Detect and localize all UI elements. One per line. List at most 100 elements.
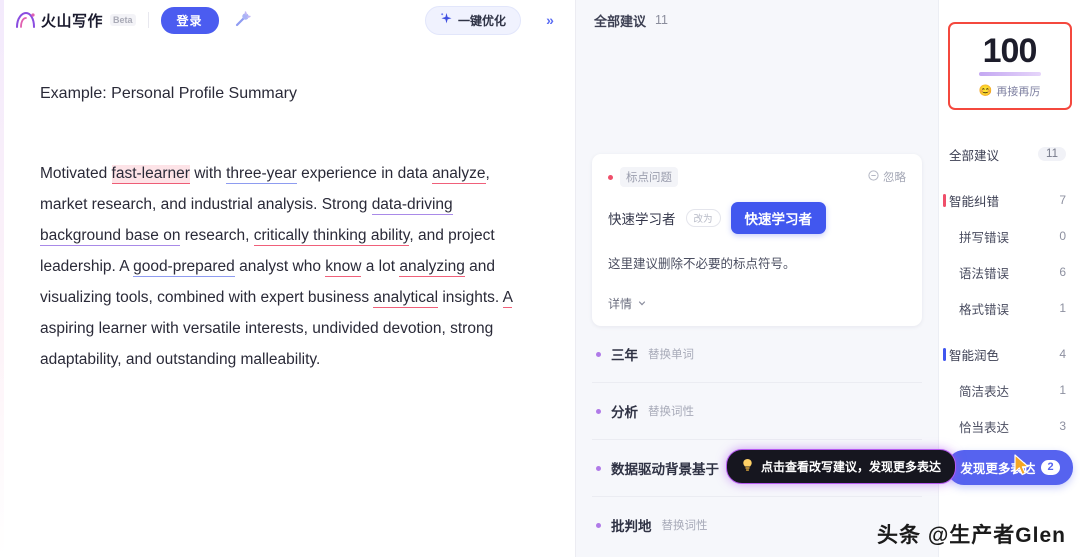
severity-dot-icon bbox=[596, 351, 601, 357]
sidebar-item-4[interactable]: 格式错误 1 bbox=[939, 290, 1080, 326]
card-tag-group: 标点问题 bbox=[608, 167, 678, 187]
suggestion-list-item[interactable]: 三年 替换单词 bbox=[592, 326, 922, 384]
suggestion-word: 分析 bbox=[611, 405, 638, 421]
more-button-label: 发现更多表达 bbox=[960, 462, 1036, 476]
sidebar-item-count: 1 bbox=[1059, 383, 1066, 397]
sidebar-item-count: 7 bbox=[1059, 193, 1066, 207]
inline-suggestion-3[interactable]: three-year bbox=[226, 165, 297, 184]
optimize-label: 一键优化 bbox=[457, 13, 506, 28]
text-run: insights. bbox=[438, 289, 503, 306]
sidebar-item-0[interactable]: 全部建议 11 bbox=[939, 136, 1080, 172]
minus-circle-icon bbox=[868, 170, 879, 184]
card-explanation: 这里建议删除不必要的标点符号。 bbox=[608, 257, 796, 271]
sparkle-icon bbox=[440, 12, 453, 28]
category-list: 全部建议 11 智能纠错 7 拼写错误 0 语法错误 6 格式错误 1 智能润色 4 简洁表达 1 恰当表达… bbox=[939, 136, 1080, 444]
chevron-down-icon bbox=[637, 297, 647, 311]
document-paragraph[interactable]: Motivated fast-learner with three-year e… bbox=[40, 158, 531, 375]
beta-badge: Beta bbox=[110, 14, 136, 26]
score-sidebar: 100 😊 再接再厉 全部建议 11 智能纠错 7 拼写错误 0 语法错误 6 格式错误 1 智能润… bbox=[938, 0, 1080, 557]
ignore-label: 忽略 bbox=[883, 172, 906, 184]
severity-dot-icon bbox=[596, 465, 601, 471]
original-word: 快速学习者 bbox=[608, 212, 676, 227]
category-accent-bar bbox=[943, 193, 946, 207]
suggestion-card[interactable]: 标点问题 忽略 快速学习者 改为 快速学习者 这里建议删除不必要的标点符号。 详… bbox=[592, 154, 922, 327]
text-run: Motivated bbox=[40, 165, 112, 182]
sidebar-item-count: 11 bbox=[1038, 147, 1066, 161]
inline-suggestion-17[interactable]: analytical bbox=[373, 289, 439, 308]
sidebar-item-count: 0 bbox=[1059, 229, 1066, 243]
top-toolbar: 火山写作 Beta 登录 一键优化 » bbox=[0, 0, 575, 40]
sidebar-item-label: 格式错误 bbox=[959, 302, 1010, 317]
sidebar-item-label: 智能纠错 bbox=[949, 194, 1000, 209]
document-area[interactable]: Example: Personal Profile Summary Motiva… bbox=[0, 40, 575, 557]
card-header: 标点问题 忽略 bbox=[608, 167, 906, 187]
volcano-logo-icon bbox=[14, 10, 36, 30]
inline-suggestion-11[interactable]: good-prepared bbox=[133, 258, 235, 277]
text-run: a lot bbox=[361, 258, 400, 275]
suggestion-word: 数据驱动背景基于 bbox=[611, 462, 719, 478]
inline-suggestion-19[interactable]: A bbox=[502, 289, 513, 308]
sidebar-item-label: 简洁表达 bbox=[959, 384, 1010, 399]
sidebar-item-count: 6 bbox=[1059, 265, 1066, 279]
sidebar-item-label: 智能润色 bbox=[949, 348, 1000, 363]
brand-name: 火山写作 bbox=[41, 12, 104, 30]
category-accent-bar bbox=[943, 347, 946, 361]
suggestion-list-item[interactable]: 分析 替换词性 bbox=[592, 383, 922, 441]
sidebar-item-label: 全部建议 bbox=[949, 148, 1000, 163]
one-click-optimize-button[interactable]: 一键优化 bbox=[424, 5, 521, 35]
ignore-button[interactable]: 忽略 bbox=[868, 169, 906, 185]
suggestions-header: 全部建议 11 bbox=[576, 0, 938, 40]
card-details-toggle[interactable]: 详情 bbox=[608, 295, 906, 312]
editor-pane: 火山写作 Beta 登录 一键优化 » Example: Personal Pr… bbox=[0, 0, 576, 557]
sidebar-item-label: 恰当表达 bbox=[959, 420, 1010, 435]
score-card: 100 😊 再接再厉 bbox=[947, 22, 1072, 110]
suggestion-mini-list: 三年替换单词分析替换词性数据驱动背景基于替换词组批判地替换词性 bbox=[592, 326, 922, 553]
sidebar-item-label: 拼写错误 bbox=[959, 230, 1010, 245]
toolbar-divider bbox=[147, 12, 149, 28]
sidebar-item-3[interactable]: 语法错误 6 bbox=[939, 254, 1080, 290]
score-caption-text: 再接再厉 bbox=[996, 85, 1041, 98]
magic-wand-icon[interactable] bbox=[229, 7, 255, 33]
suggestion-list-item[interactable]: 批判地 替换词性 bbox=[592, 497, 922, 553]
sidebar-item-count: 3 bbox=[1059, 419, 1066, 433]
text-run: analyst who bbox=[234, 258, 326, 275]
sidebar-item-1[interactable]: 智能纠错 7 bbox=[939, 182, 1080, 218]
smile-emoji-icon: 😊 bbox=[978, 85, 993, 97]
document-title: Example: Personal Profile Summary bbox=[40, 85, 297, 102]
rewrite-hint-tooltip: 点击查看改写建议，发现更多表达 bbox=[726, 449, 957, 484]
suggestions-header-count: 11 bbox=[655, 13, 668, 27]
sidebar-item-6[interactable]: 简洁表达 1 bbox=[939, 372, 1080, 408]
inline-suggestion-15[interactable]: analyzing bbox=[399, 258, 465, 277]
text-run: aspiring learner with versatile interest… bbox=[40, 320, 494, 368]
card-tag-label: 标点问题 bbox=[620, 167, 678, 187]
sidebar-item-5[interactable]: 智能润色 4 bbox=[939, 336, 1080, 372]
suggestion-word: 批判地 bbox=[611, 519, 652, 535]
suggestion-kind: 替换单词 bbox=[648, 349, 694, 362]
sidebar-item-count: 4 bbox=[1059, 347, 1066, 361]
score-caption: 😊 再接再厉 bbox=[979, 83, 1041, 99]
collapse-panel-button[interactable]: » bbox=[537, 7, 563, 33]
writing-assistant-app: 火山写作 Beta 登录 一键优化 » Example: Personal Pr… bbox=[0, 0, 1080, 557]
inline-suggestion-5[interactable]: analyze bbox=[432, 165, 486, 184]
login-button[interactable]: 登录 bbox=[160, 6, 219, 34]
suggestion-word: 三年 bbox=[611, 348, 638, 364]
sidebar-item-7[interactable]: 恰当表达 3 bbox=[939, 408, 1080, 444]
text-run: with bbox=[189, 165, 227, 182]
inline-suggestion-13[interactable]: know bbox=[325, 258, 362, 277]
apply-replacement-button[interactable]: 快速学习者 bbox=[730, 202, 827, 234]
discover-more-expressions-button[interactable]: 发现更多表达 2 bbox=[947, 450, 1073, 485]
sidebar-item-2[interactable]: 拼写错误 0 bbox=[939, 218, 1080, 254]
details-label: 详情 bbox=[608, 297, 633, 312]
suggestions-pane: 全部建议 11 标点问题 忽略 快速学习者 改为 快速学习者 这里建议删除不必要… bbox=[576, 0, 957, 557]
inline-suggestion-1[interactable]: fast-learner bbox=[111, 165, 190, 184]
score-underline-decoration bbox=[978, 71, 1041, 76]
replacement-row: 快速学习者 改为 快速学习者 bbox=[608, 202, 906, 234]
severity-dot-icon bbox=[596, 408, 601, 414]
score-value: 100 bbox=[982, 31, 1038, 70]
inline-suggestion-9[interactable]: critically thinking ability bbox=[253, 227, 410, 246]
text-run: experience in data bbox=[296, 165, 433, 182]
severity-dot-icon bbox=[608, 174, 613, 180]
text-run: research, bbox=[180, 227, 254, 244]
